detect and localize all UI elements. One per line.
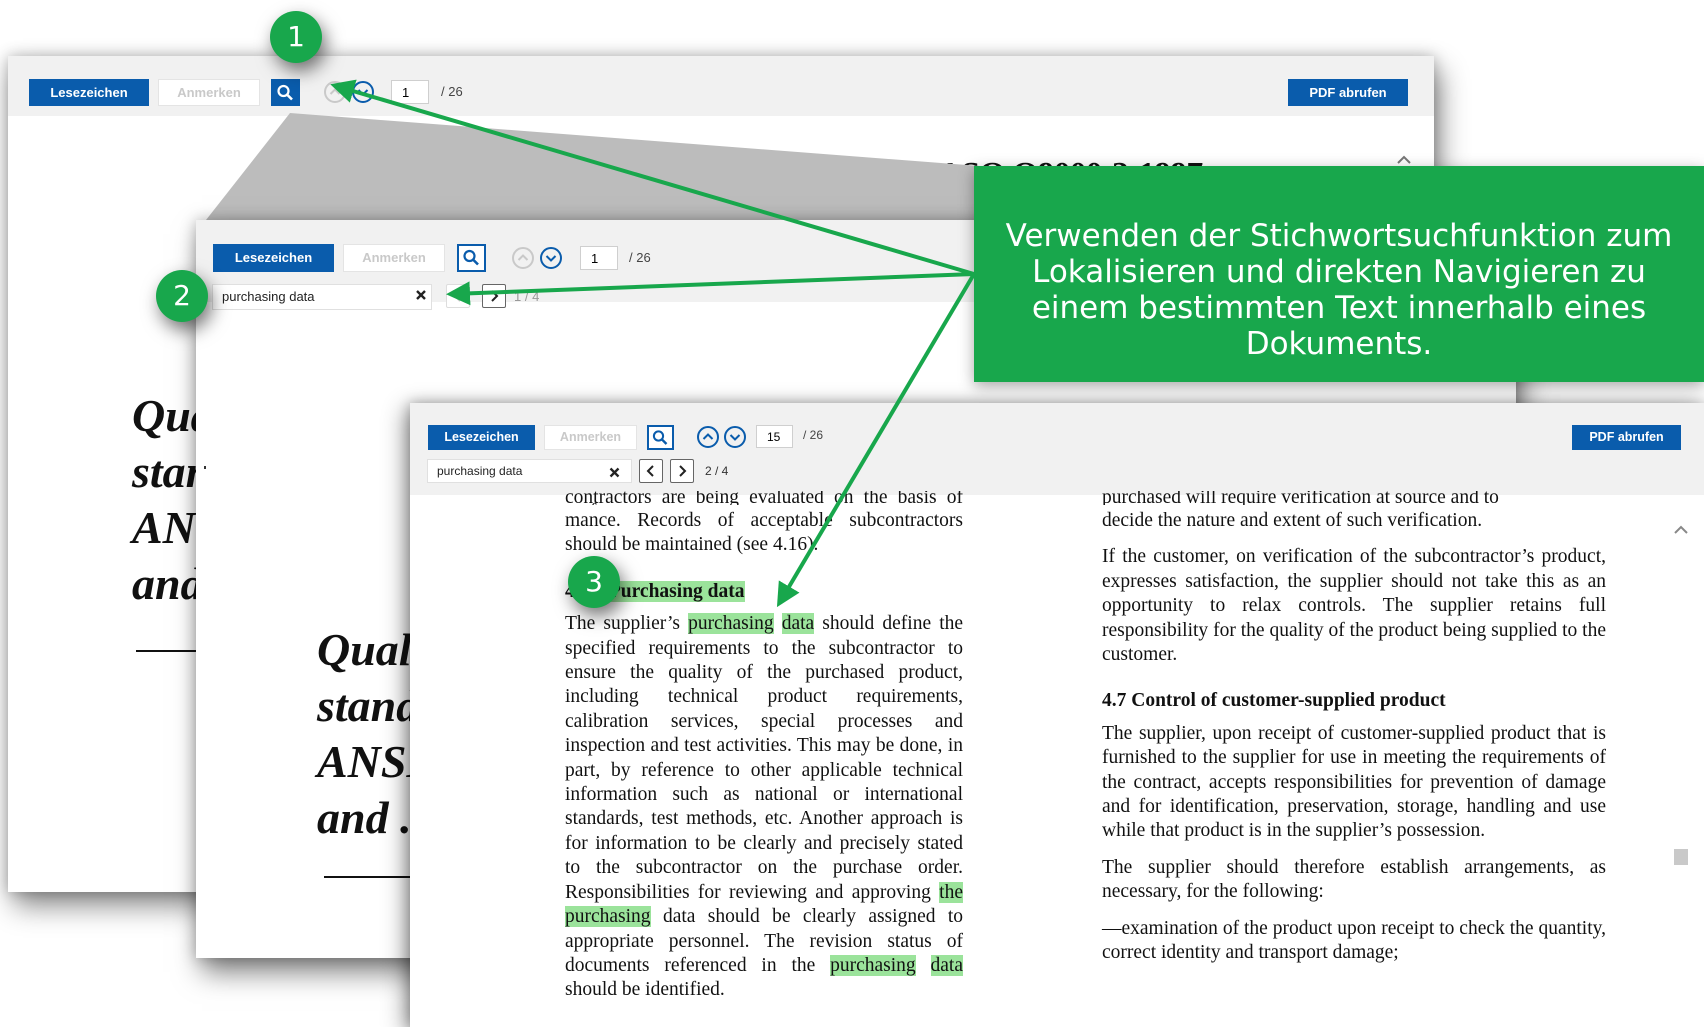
chevron-down-icon (545, 255, 557, 262)
next-hit-button[interactable] (482, 284, 506, 308)
search-hit: data (930, 954, 963, 976)
chevron-left-icon (646, 465, 654, 477)
next-page-button[interactable] (724, 426, 746, 448)
bookmarks-button[interactable]: Lesezeichen (428, 425, 535, 450)
paragraph: decide the nature and extent of such ver… (1102, 510, 1483, 531)
section-heading: 4.7 Control of customer-supplied product (1102, 690, 1446, 712)
clear-search-button[interactable] (609, 465, 620, 482)
page-total-label: / 26 (803, 428, 824, 442)
paragraph: —examination of the product upon receipt… (1102, 917, 1606, 964)
section-heading: 4.6.3 Purchasing data (565, 580, 963, 604)
document-column-right: purchased will require verification at s… (1102, 491, 1606, 966)
search-hit: purchasing (830, 954, 916, 976)
previous-page-button[interactable] (512, 247, 534, 269)
next-page-button[interactable] (540, 247, 562, 269)
page-number-input[interactable]: 15 (756, 425, 793, 448)
chevron-left-icon (453, 290, 461, 302)
document-column-left: contractors are being evaluated on the b… (565, 491, 963, 1003)
viewer-toolbar-3: Lesezeichen Anmerken 15 / 26 PDF abrufen… (410, 403, 1704, 495)
clear-search-button[interactable] (415, 288, 427, 305)
paragraph: The supplier, upon receipt of customer-s… (1102, 722, 1606, 842)
callout-box: Verwenden der Stichwortsuchfunktion zum … (974, 166, 1704, 382)
step-badge-2: 2 (156, 270, 208, 322)
annotate-button[interactable]: Anmerken (544, 425, 637, 450)
scroll-up-icon[interactable] (1672, 523, 1690, 537)
page-total-label: / 26 (629, 250, 651, 265)
chevron-up-icon (517, 254, 529, 261)
annotate-button[interactable]: Anmerken (343, 244, 445, 272)
hit-count-label: 1 / 4 (514, 289, 540, 304)
chevron-right-icon (491, 290, 499, 302)
search-toggle-button[interactable] (647, 425, 674, 450)
search-icon (652, 430, 668, 445)
search-hit: data (781, 613, 815, 635)
callout-text: Verwenden der Stichwortsuchfunktion zum … (1005, 218, 1673, 362)
text-run: should define the specified requirements… (565, 613, 964, 903)
chevron-down-icon (729, 434, 741, 441)
scan-mark (204, 466, 206, 469)
get-pdf-button[interactable]: PDF abrufen (1572, 425, 1681, 450)
close-icon (609, 467, 620, 478)
close-icon (416, 290, 426, 300)
hit-count-label: 2 / 4 (705, 464, 729, 478)
step-badge-3: 3 (568, 556, 620, 608)
paragraph: The supplier’s purchasing data should de… (565, 612, 963, 1003)
paragraph: mance. Records of acceptable subcontract… (565, 510, 963, 556)
search-hit: purchasing (688, 613, 774, 635)
previous-hit-button[interactable] (639, 459, 663, 483)
chevron-up-icon (702, 433, 714, 440)
step-badge-1: 1 (270, 11, 322, 63)
search-input[interactable]: purchasing data (212, 284, 432, 310)
search-toggle-button[interactable] (457, 244, 486, 272)
previous-page-button[interactable] (697, 426, 719, 448)
next-hit-button[interactable] (670, 459, 694, 483)
chevron-right-icon (679, 465, 687, 477)
page-number-input[interactable]: 1 (580, 246, 618, 270)
search-hit: Purchasing data (608, 580, 745, 602)
paragraph: The supplier should therefore establish … (1102, 856, 1606, 903)
viewer-window-3: Lesezeichen Anmerken 15 / 26 PDF abrufen… (410, 403, 1704, 1027)
search-icon (463, 249, 479, 266)
bookmarks-button[interactable]: Lesezeichen (213, 244, 334, 272)
partial-line: contractors are being evaluated on the b… (565, 491, 963, 505)
partial-line: purchased will require verification at s… (1102, 491, 1499, 505)
text-run: The supplier’s (565, 613, 680, 635)
paragraph: If the customer, on verification of the … (1102, 546, 1606, 666)
text-run: should be identified. (565, 979, 725, 1001)
cover-rule (324, 876, 414, 878)
scrollbar-thumb[interactable] (1674, 849, 1688, 865)
previous-hit-button[interactable] (446, 284, 470, 308)
search-input[interactable]: purchasing data (427, 459, 632, 483)
